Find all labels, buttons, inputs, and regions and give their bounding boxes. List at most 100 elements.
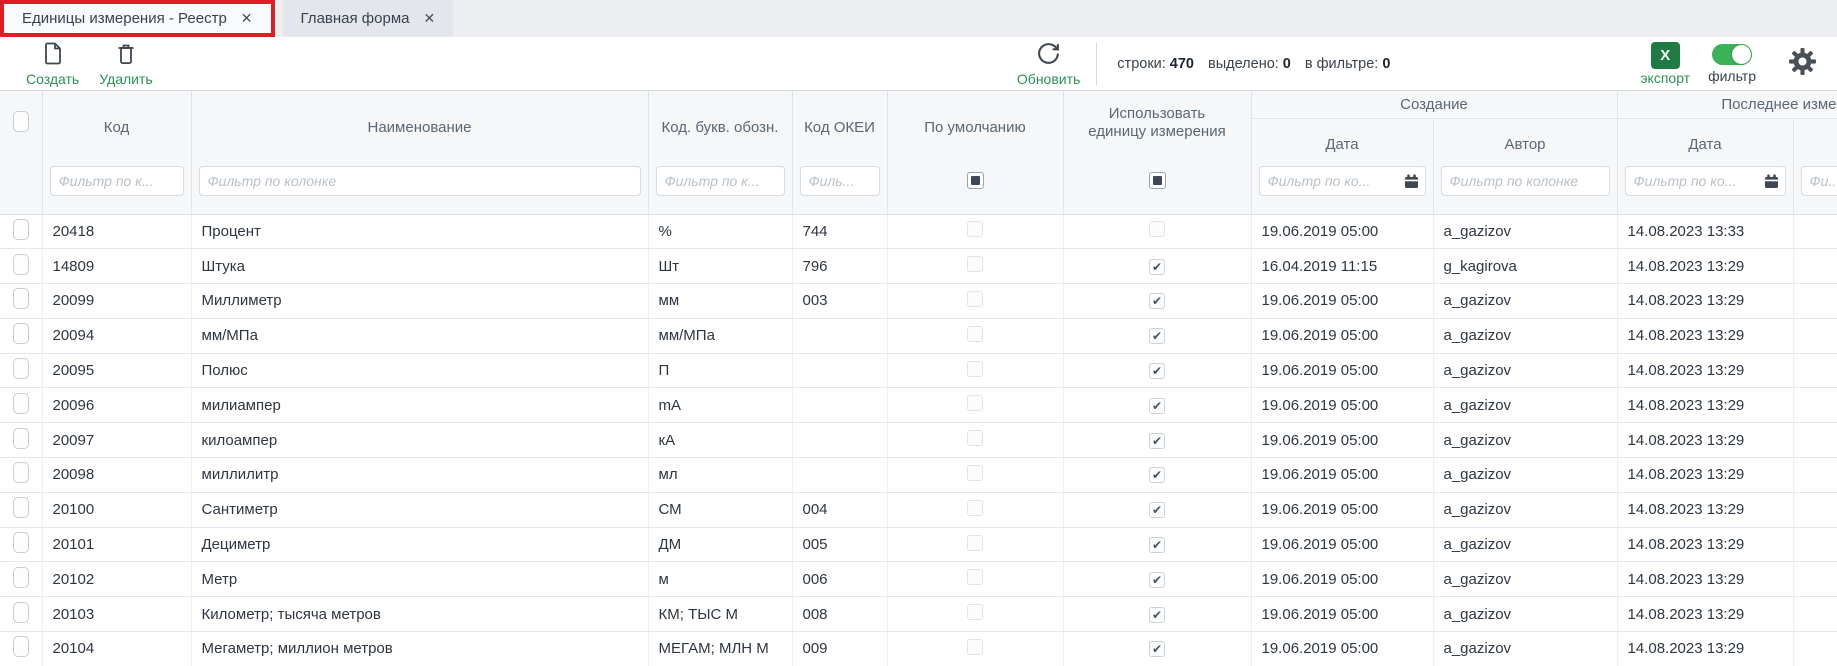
default-checkbox[interactable] [967, 465, 983, 481]
use-unit-checkbox[interactable]: ✔ [1149, 537, 1165, 553]
column-header-default[interactable]: По умолчанию [887, 91, 1063, 163]
table-row[interactable]: 20099 Миллиметр мм 003 ✔ 19.06.2019 05:0… [0, 284, 1837, 319]
column-header-okei[interactable]: Код ОКЕИ [792, 91, 887, 163]
row-select-checkbox[interactable] [13, 428, 29, 449]
column-header-code[interactable]: Код [42, 91, 191, 163]
use-unit-checkbox[interactable]: ✔ [1149, 259, 1165, 275]
table-row[interactable]: 20103 Километр; тысяча метров КМ; ТЫС М … [0, 597, 1837, 632]
use-unit-checkbox[interactable]: ✔ [1149, 293, 1165, 309]
filter-toggle-label: фильтр [1708, 68, 1756, 84]
column-header-use-unit[interactable]: Использовать единицу измерения [1063, 91, 1251, 163]
use-unit-checkbox[interactable] [1149, 221, 1165, 237]
table-row[interactable]: 20418 Процент % 744 19.06.2019 05:00 a_g… [0, 214, 1837, 249]
name-filter-input[interactable] [199, 166, 641, 196]
cell-modified-date: 14.08.2023 13:29 [1617, 597, 1793, 632]
default-checkbox[interactable] [967, 535, 983, 551]
use-unit-checkbox[interactable]: ✔ [1149, 398, 1165, 414]
use-unit-checkbox[interactable]: ✔ [1149, 502, 1165, 518]
table-row[interactable]: 14809 Штука Шт 796 ✔ 16.04.2019 11:15 g_… [0, 249, 1837, 284]
default-checkbox[interactable] [967, 500, 983, 516]
tab-units-registry[interactable]: Единицы измерения - Реестр ✕ [0, 0, 275, 37]
filter-toggle[interactable]: фильтр [1708, 44, 1756, 84]
row-select-checkbox[interactable] [13, 219, 29, 240]
use-unit-checkbox[interactable]: ✔ [1149, 607, 1165, 623]
select-all-checkbox[interactable] [13, 111, 29, 132]
export-button[interactable]: X экспорт [1640, 42, 1690, 86]
cell-name: Километр; тысяча метров [191, 597, 648, 632]
partial-filter-input[interactable] [1801, 166, 1837, 196]
cell-okei-code [792, 388, 887, 423]
use-unit-filter-checkbox[interactable] [1149, 172, 1166, 189]
row-select-checkbox[interactable] [13, 288, 29, 309]
default-checkbox[interactable] [967, 569, 983, 585]
default-checkbox[interactable] [967, 291, 983, 307]
cell-created-author: a_gazizov [1433, 562, 1617, 597]
row-select-checkbox[interactable] [13, 254, 29, 275]
default-checkbox[interactable] [967, 221, 983, 237]
okei-filter-input[interactable] [800, 166, 880, 196]
delete-button[interactable]: Удалить [99, 41, 152, 86]
column-header-partial [1793, 118, 1837, 163]
cell-okei-code: 004 [792, 492, 887, 527]
table-row[interactable]: 20098 миллилитр мл ✔ 19.06.2019 05:00 a_… [0, 458, 1837, 493]
default-checkbox[interactable] [967, 395, 983, 411]
letter-code-filter-input[interactable] [656, 166, 785, 196]
tab-main-form[interactable]: Главная форма ✕ [283, 0, 454, 37]
table-row[interactable]: 20104 Мегаметр; миллион метров МЕГАМ; МЛ… [0, 632, 1837, 666]
cell-code: 20103 [42, 597, 191, 632]
cell-okei-code [792, 423, 887, 458]
cell-partial [1793, 423, 1837, 458]
table-row[interactable]: 20097 килоампер кА ✔ 19.06.2019 05:00 a_… [0, 423, 1837, 458]
row-select-checkbox[interactable] [13, 602, 29, 623]
close-icon[interactable]: ✕ [241, 10, 253, 27]
cell-letter-code: мл [648, 458, 792, 493]
cell-partial [1793, 562, 1837, 597]
default-checkbox[interactable] [967, 326, 983, 342]
use-unit-checkbox[interactable]: ✔ [1149, 433, 1165, 449]
column-header-created-date[interactable]: Дата [1251, 118, 1433, 163]
use-unit-checkbox[interactable]: ✔ [1149, 572, 1165, 588]
row-select-checkbox[interactable] [13, 497, 29, 518]
modified-date-filter-input[interactable] [1625, 166, 1786, 196]
row-select-checkbox[interactable] [13, 323, 29, 344]
cell-modified-date: 14.08.2023 13:29 [1617, 284, 1793, 319]
default-filter-checkbox[interactable] [967, 172, 984, 189]
use-unit-checkbox[interactable]: ✔ [1149, 641, 1165, 657]
row-select-checkbox[interactable] [13, 462, 29, 483]
column-header-modified-date[interactable]: Дата [1617, 118, 1793, 163]
table-row[interactable]: 20095 Полюс П ✔ 19.06.2019 05:00 a_gaziz… [0, 353, 1837, 388]
cell-created-date: 19.06.2019 05:00 [1251, 458, 1433, 493]
default-checkbox[interactable] [967, 430, 983, 446]
created-author-filter-input[interactable] [1441, 166, 1610, 196]
calendar-icon[interactable] [1764, 174, 1779, 193]
close-icon[interactable]: ✕ [423, 10, 435, 27]
table-row[interactable]: 20102 Метр м 006 ✔ 19.06.2019 05:00 a_ga… [0, 562, 1837, 597]
calendar-icon[interactable] [1404, 174, 1419, 193]
table-row[interactable]: 20101 Дециметр ДМ 005 ✔ 19.06.2019 05:00… [0, 527, 1837, 562]
row-select-checkbox[interactable] [13, 636, 29, 657]
settings-button[interactable] [1788, 47, 1817, 81]
use-unit-checkbox[interactable]: ✔ [1149, 363, 1165, 379]
row-select-checkbox[interactable] [13, 393, 29, 414]
table-row[interactable]: 20096 милиампер mA ✔ 19.06.2019 05:00 a_… [0, 388, 1837, 423]
cell-name: Мегаметр; миллион метров [191, 632, 648, 666]
toggle-on-icon[interactable] [1712, 44, 1752, 65]
row-select-checkbox[interactable] [13, 532, 29, 553]
code-filter-input[interactable] [50, 166, 184, 196]
default-checkbox[interactable] [967, 256, 983, 272]
column-header-name[interactable]: Наименование [191, 91, 648, 163]
default-checkbox[interactable] [967, 361, 983, 377]
default-checkbox[interactable] [967, 639, 983, 655]
use-unit-checkbox[interactable]: ✔ [1149, 328, 1165, 344]
column-header-letter-code[interactable]: Код. букв. обозн. [648, 91, 792, 163]
default-checkbox[interactable] [967, 604, 983, 620]
column-header-created-author[interactable]: Автор [1433, 118, 1617, 163]
refresh-button[interactable]: Обновить [1017, 41, 1080, 86]
table-row[interactable]: 20094 мм/МПа мм/МПа ✔ 19.06.2019 05:00 a… [0, 318, 1837, 353]
use-unit-checkbox[interactable]: ✔ [1149, 467, 1165, 483]
row-select-checkbox[interactable] [13, 567, 29, 588]
table-row[interactable]: 20100 Сантиметр СМ 004 ✔ 19.06.2019 05:0… [0, 492, 1837, 527]
row-select-checkbox[interactable] [13, 358, 29, 379]
create-button[interactable]: Создать [26, 41, 79, 86]
created-date-filter-input[interactable] [1259, 166, 1426, 196]
